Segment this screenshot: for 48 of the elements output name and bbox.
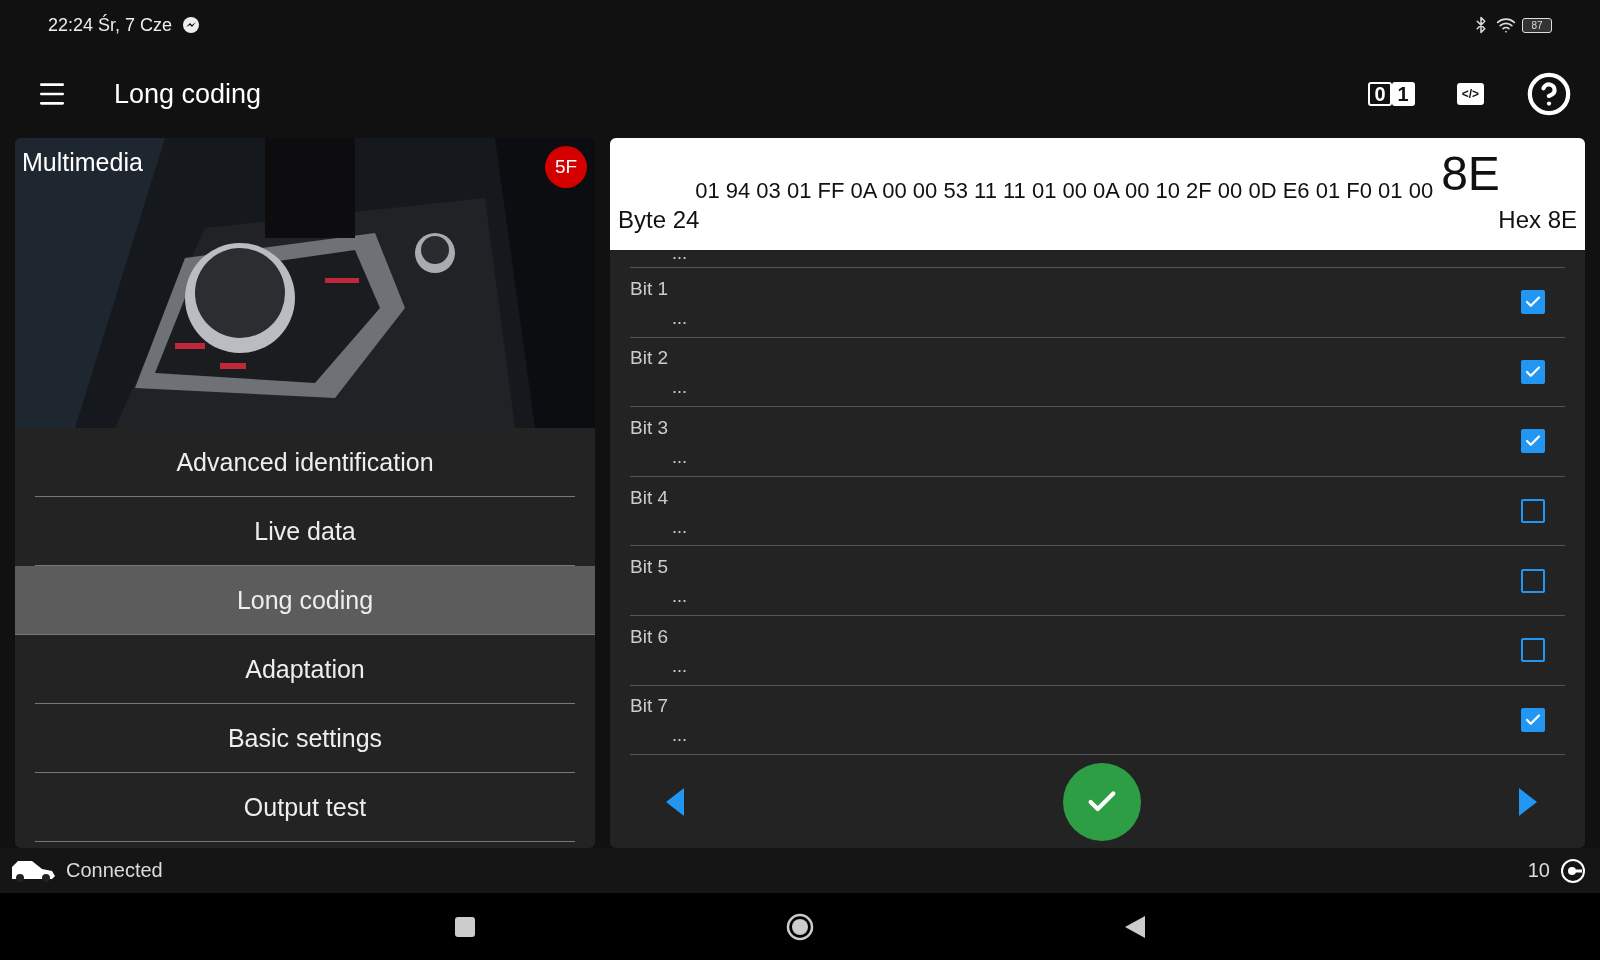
code-button[interactable]: </>: [1456, 83, 1484, 105]
current-byte: 8E: [1441, 150, 1500, 202]
hex-label: Hex 8E: [1498, 206, 1577, 234]
home-icon[interactable]: [786, 912, 814, 941]
bit-value: ...: [672, 243, 687, 263]
module-title: Multimedia: [22, 148, 143, 177]
power-circle-icon: [1560, 857, 1586, 884]
bit-label: Bit 4: [630, 486, 670, 509]
bit-checkbox[interactable]: [1521, 290, 1545, 315]
next-arrow-icon[interactable]: [1519, 787, 1537, 816]
bit-checkbox[interactable]: [1521, 359, 1545, 384]
bit-label: Bit 3: [630, 417, 670, 439]
status-time: 22:24 Śr, 7 Cze: [48, 14, 173, 36]
bit-checkbox[interactable]: [1521, 499, 1545, 524]
menu-item[interactable]: Basic settings: [35, 704, 575, 773]
menu-item[interactable]: Long coding: [15, 566, 595, 635]
page-title: Long coding: [114, 78, 263, 110]
menu-item[interactable]: Adaptation: [35, 635, 575, 704]
bit-label: Bit 5: [630, 556, 670, 579]
connection-status: Connected: [66, 859, 163, 882]
counter-text: 10: [1527, 859, 1550, 882]
bit-label: Bit 6: [630, 625, 670, 648]
bit-value: ...: [671, 586, 687, 608]
car-icon: [10, 858, 56, 883]
bit-checkbox[interactable]: [1521, 638, 1545, 663]
bit-value: ...: [671, 447, 687, 468]
bit-value: ...: [671, 655, 687, 677]
coding-bytes: 01 94 03 01 FF 0A 00 00 53 11 11 01 00 0A 00 10 2F 00 0D E6 01 F0 01 00: [695, 178, 1434, 205]
bit-checkbox[interactable]: [1521, 429, 1545, 454]
bit-value: ...: [671, 307, 687, 329]
bit-label: Bit 1: [630, 277, 670, 300]
bit-value: ...: [671, 725, 687, 747]
bit-label: Bit 7: [630, 695, 670, 718]
help-icon[interactable]: [1526, 71, 1572, 117]
bit-checkbox[interactable]: [1521, 707, 1545, 732]
byte-label: Byte 24: [618, 206, 700, 234]
previous-arrow-icon[interactable]: [666, 787, 684, 816]
menu-item[interactable]: Output test: [35, 773, 575, 842]
wifi-icon: [1496, 15, 1516, 35]
chat-bubble-icon: [182, 16, 201, 34]
bit-value: ...: [671, 516, 687, 538]
bit-value: ...: [671, 377, 687, 399]
battery-icon: 87: [1522, 17, 1552, 33]
back-icon[interactable]: [1124, 915, 1145, 938]
bit-label: Bit 2: [630, 347, 670, 370]
recents-icon[interactable]: [455, 916, 476, 937]
bit-checkbox[interactable]: [1521, 568, 1545, 593]
menu-item[interactable]: Advanced identification: [35, 428, 575, 497]
